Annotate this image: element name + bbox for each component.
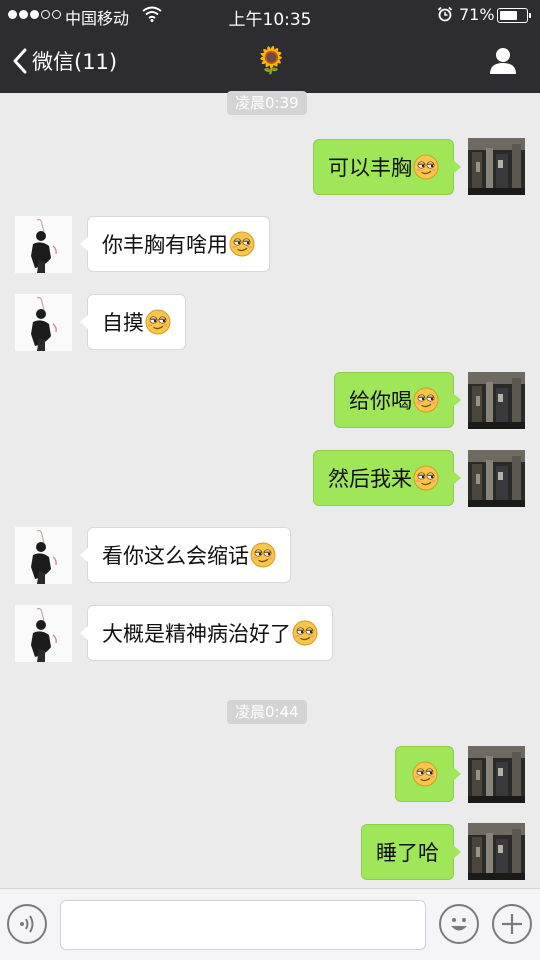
message-bubble-outgoing[interactable]: 可以丰胸	[313, 139, 461, 195]
message-text: 给你喝	[349, 389, 412, 413]
smirk-emoji-icon	[145, 309, 171, 335]
smirk-emoji-icon	[250, 542, 276, 568]
chat-header: 中国移动 上午10:35 71% 微信(11) 🌻	[0, 0, 540, 93]
friend-avatar[interactable]	[15, 294, 72, 351]
friend-avatar[interactable]	[15, 605, 72, 662]
message-bubble-outgoing[interactable]: 给你喝	[334, 372, 461, 428]
emoji-button[interactable]	[439, 904, 479, 944]
back-label: 微信(11)	[32, 50, 118, 74]
alarm-icon	[437, 6, 453, 26]
message-text: 看你这么会缩话	[102, 544, 249, 568]
smirk-emoji-icon	[413, 154, 439, 180]
message-bubble-incoming[interactable]: 大概是精神病治好了	[80, 605, 333, 661]
my-avatar[interactable]	[468, 450, 525, 507]
battery-percent: 71%	[459, 5, 495, 24]
chat-title-emoji: 🌻	[255, 46, 288, 76]
smirk-emoji-icon	[292, 620, 318, 646]
person-icon	[490, 48, 516, 74]
friend-avatar[interactable]	[15, 216, 72, 273]
timestamp: 凌晨0:44	[227, 700, 307, 724]
message-text: 然后我来	[328, 467, 412, 491]
my-avatar[interactable]	[468, 138, 525, 195]
more-button[interactable]	[492, 904, 532, 944]
chat-info-button[interactable]	[488, 46, 518, 76]
status-bar: 中国移动 上午10:35 71%	[0, 0, 540, 30]
smirk-emoji-icon	[413, 465, 439, 491]
my-avatar[interactable]	[468, 746, 525, 803]
plus-icon	[502, 914, 522, 934]
message-input[interactable]	[60, 900, 426, 950]
voice-icon	[20, 915, 34, 933]
message-bubble-outgoing[interactable]: 然后我来	[313, 450, 461, 506]
friend-avatar[interactable]	[15, 527, 72, 584]
message-bubble-incoming[interactable]: 你丰胸有啥用	[80, 216, 270, 272]
message-text: 你丰胸有啥用	[102, 233, 228, 257]
message-bubble-outgoing[interactable]	[395, 746, 461, 802]
battery-icon	[497, 8, 528, 23]
my-avatar[interactable]	[468, 372, 525, 429]
input-bar	[0, 888, 540, 960]
my-avatar[interactable]	[468, 823, 525, 880]
message-text: 睡了哈	[376, 841, 439, 865]
back-button[interactable]: 微信(11)	[12, 44, 117, 78]
message-bubble-incoming[interactable]: 看你这么会缩话	[80, 527, 291, 583]
message-text: 自摸	[102, 311, 144, 335]
smirk-emoji-icon	[412, 761, 438, 787]
message-text: 大概是精神病治好了	[102, 622, 291, 646]
chevron-left-icon	[13, 48, 27, 74]
voice-button[interactable]	[7, 904, 47, 944]
message-text: 可以丰胸	[328, 156, 412, 180]
smirk-emoji-icon	[413, 387, 439, 413]
emoji-face-icon	[451, 918, 467, 931]
timestamp: 凌晨0:39	[227, 91, 307, 115]
message-bubble-outgoing[interactable]: 睡了哈	[361, 824, 461, 880]
message-bubble-incoming[interactable]: 自摸	[80, 294, 186, 350]
smirk-emoji-icon	[229, 231, 255, 257]
